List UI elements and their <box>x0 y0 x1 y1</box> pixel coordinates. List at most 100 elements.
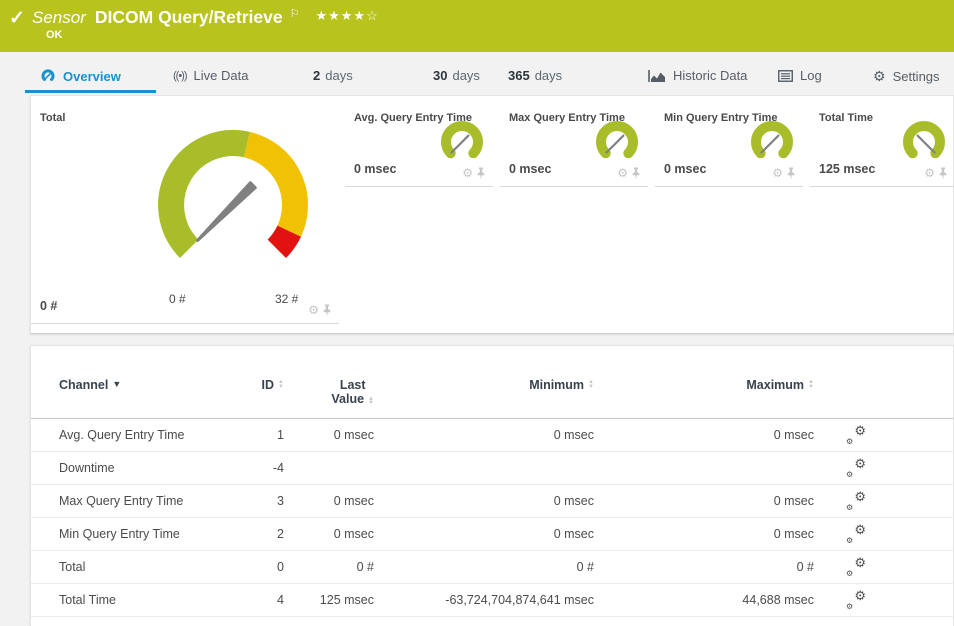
tab-365-days[interactable]: 365 days <box>508 68 562 83</box>
channel-id: 4 <box>254 593 284 607</box>
flag-icon: ⚐ <box>290 7 300 20</box>
maximum-value: 0 msec <box>594 494 814 508</box>
header-value-label: Value <box>331 392 364 406</box>
mini-gauge-value: 0 msec <box>509 162 551 176</box>
active-tab-underline <box>25 90 156 93</box>
tab-live-data-label: Live Data <box>194 68 249 83</box>
mini-gauge-value: 125 msec <box>819 162 875 176</box>
mini-gauge-value: 0 msec <box>664 162 706 176</box>
header-channel[interactable]: Channel ▼ <box>59 378 254 392</box>
header-minimum-label: Minimum <box>529 378 584 392</box>
gauges-panel: Total 0 # 32 # 0 # ⚙ Avg. Query Entry Ti… <box>30 95 954 334</box>
pin-icon[interactable] <box>631 167 641 180</box>
mini-gauge <box>899 118 949 168</box>
header-maximum[interactable]: Maximum ▲▼ <box>594 378 814 392</box>
tab-settings[interactable]: ⚙ Settings <box>873 68 940 85</box>
sort-icon: ▲▼ <box>808 380 814 389</box>
header-id[interactable]: ID ▲▼ <box>254 378 284 392</box>
tile-tools: ⚙ <box>308 303 332 317</box>
log-list-icon <box>778 70 793 82</box>
tab-2-days[interactable]: 2 days <box>313 68 353 83</box>
channel-settings-icon[interactable]: ⚙⚙ <box>846 558 866 576</box>
pin-icon[interactable] <box>786 167 796 180</box>
tab-settings-label: Settings <box>893 69 940 84</box>
channel-id: 0 <box>254 560 284 574</box>
area-chart-icon <box>648 69 666 83</box>
mini-gauge <box>747 118 797 168</box>
minimum-value: 0 msec <box>374 428 594 442</box>
gauge-needle <box>761 136 778 153</box>
table-row: Avg. Query Entry Time 1 0 msec 0 msec 0 … <box>31 419 953 452</box>
channel-settings-icon[interactable]: ⚙⚙ <box>846 492 866 510</box>
sort-icon: ▲▼ <box>368 397 374 406</box>
maximum-value: 0 msec <box>594 428 814 442</box>
minimum-value: 0 msec <box>374 527 594 541</box>
channel-settings-icon[interactable]: ⚙⚙ <box>846 525 866 543</box>
tab-365-days-unit: days <box>535 68 562 83</box>
header-id-label: ID <box>262 378 275 392</box>
pin-icon[interactable] <box>322 304 332 317</box>
tab-2-days-number: 2 <box>313 68 320 83</box>
minimum-value: 0 msec <box>374 494 594 508</box>
tab-live-data[interactable]: ((•)) Live Data <box>173 68 248 83</box>
broadcast-icon: ((•)) <box>173 70 187 82</box>
tab-2-days-unit: days <box>325 68 352 83</box>
channel-settings-icon[interactable]: ⚙⚙ <box>846 591 866 609</box>
maximum-value: 0 # <box>594 560 814 574</box>
tab-30-days[interactable]: 30 days <box>433 68 480 83</box>
channel-settings-icon[interactable]: ⚙⚙ <box>846 459 866 477</box>
table-row: Total Time 4 125 msec -63,724,704,874,64… <box>31 584 953 617</box>
tab-historic-data[interactable]: Historic Data <box>648 68 747 83</box>
last-value: 0 msec <box>284 494 374 508</box>
sort-icon: ▲▼ <box>278 380 284 389</box>
tab-overview[interactable]: Overview <box>40 68 121 84</box>
pin-icon[interactable] <box>476 167 486 180</box>
mini-gauge-value: 0 msec <box>354 162 396 176</box>
gear-icon[interactable]: ⚙ <box>772 166 783 180</box>
tab-30-days-number: 30 <box>433 68 447 83</box>
minimum-value: 0 # <box>374 560 594 574</box>
tab-log-label: Log <box>800 68 822 83</box>
total-time-tile: Total Time 125 msec ⚙ <box>810 96 954 187</box>
sort-icon: ▲▼ <box>588 380 594 389</box>
table-header-row: Channel ▼ ID ▲▼ Last Value ▲▼ Minimum ▲▼ <box>31 346 953 419</box>
prtg-sensor-page: ✓ Sensor DICOM Query/Retrieve ⚐ ★★★★☆ OK… <box>0 0 954 626</box>
channel-name: Total Time <box>59 593 254 607</box>
last-value: 0 msec <box>284 428 374 442</box>
sensor-title-row: Sensor DICOM Query/Retrieve ⚐ ★★★★☆ <box>32 7 379 28</box>
stars-filled[interactable]: ★★★★ <box>315 8 366 23</box>
gear-icon: ⚙ <box>873 68 886 85</box>
sorted-desc-icon: ▼ <box>112 379 121 389</box>
header-minimum[interactable]: Minimum ▲▼ <box>374 378 594 392</box>
channel-id: 1 <box>254 428 284 442</box>
sensor-kind-label: Sensor <box>32 8 86 28</box>
gauge-icon <box>40 68 56 84</box>
channel-id: 2 <box>254 527 284 541</box>
channels-table-panel: Channel ▼ ID ▲▼ Last Value ▲▼ Minimum ▲▼ <box>30 345 954 626</box>
table-row: Total 0 0 # 0 # 0 # ⚙⚙ <box>31 551 953 584</box>
total-value: 0 # <box>40 299 57 313</box>
header-last-value[interactable]: Last Value ▲▼ <box>284 378 374 406</box>
tab-log[interactable]: Log <box>778 68 822 83</box>
status-badge: OK <box>46 29 63 41</box>
last-value: 0 msec <box>284 527 374 541</box>
gear-icon[interactable]: ⚙ <box>924 166 935 180</box>
tile-tools: ⚙ <box>617 166 641 180</box>
tile-tools: ⚙ <box>772 166 796 180</box>
star-empty[interactable]: ☆ <box>366 8 379 23</box>
priority-stars[interactable]: ★★★★☆ <box>315 8 378 24</box>
max-query-entry-time-tile: Max Query Entry Time 0 msec ⚙ <box>500 96 648 187</box>
table-row: Min Query Entry Time 2 0 msec 0 msec 0 m… <box>31 518 953 551</box>
gear-icon[interactable]: ⚙ <box>617 166 628 180</box>
total-channel-tile: Total 0 # 32 # 0 # ⚙ <box>31 96 339 324</box>
channel-id: 3 <box>254 494 284 508</box>
channel-settings-icon[interactable]: ⚙⚙ <box>846 426 866 444</box>
gauge-max-label: 32 # <box>275 292 298 306</box>
sensor-status-banner: ✓ Sensor DICOM Query/Retrieve ⚐ ★★★★☆ OK <box>0 0 954 52</box>
gear-icon[interactable]: ⚙ <box>462 166 473 180</box>
gear-icon[interactable]: ⚙ <box>308 303 319 317</box>
header-last-label: Last <box>340 378 366 392</box>
total-gauge <box>143 120 323 290</box>
pin-icon[interactable] <box>938 167 948 180</box>
channel-id: -4 <box>254 461 284 475</box>
